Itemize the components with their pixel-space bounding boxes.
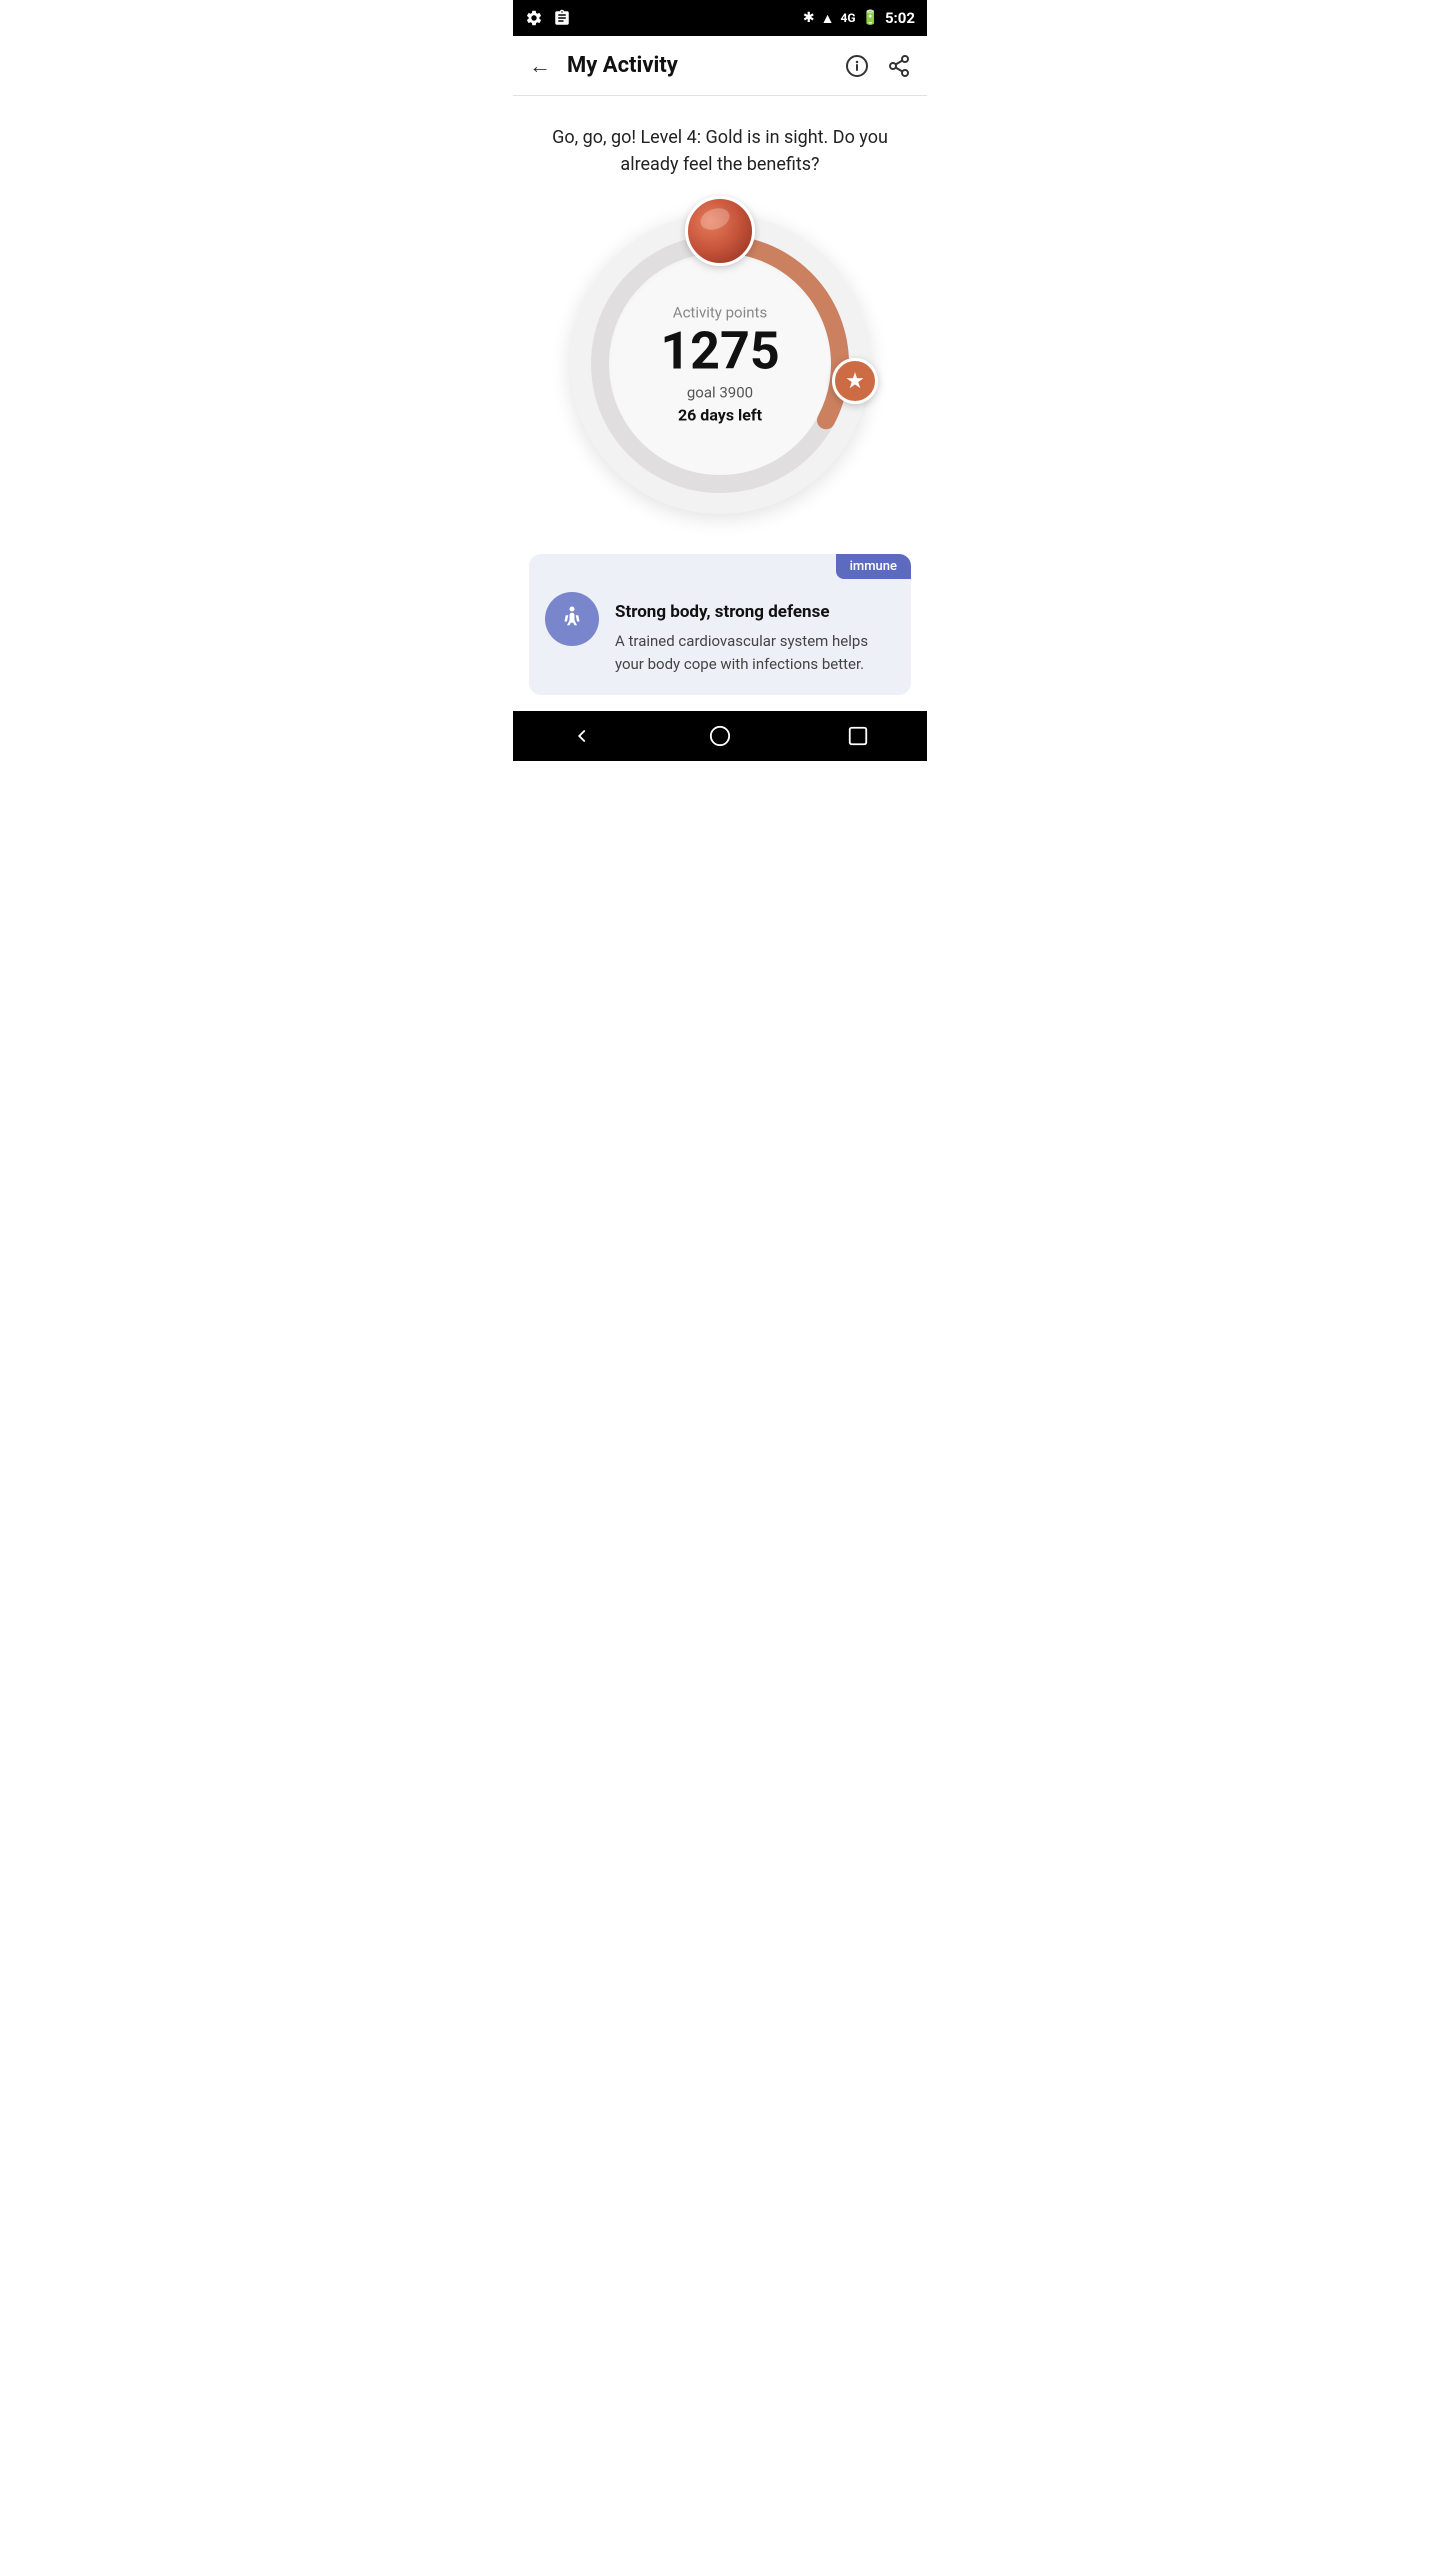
person-activity-icon xyxy=(557,604,587,634)
share-button[interactable] xyxy=(887,54,911,78)
star-icon: ★ xyxy=(845,369,865,394)
activity-points-value: 1275 xyxy=(660,326,779,378)
nav-back-button[interactable] xyxy=(557,716,607,756)
info-card-tag: immune xyxy=(836,554,911,579)
info-card-content: Strong body, strong defense A trained ca… xyxy=(615,574,895,675)
ring-center-content: Activity points 1275 goal 3900 26 days l… xyxy=(660,304,779,425)
nav-recent-button[interactable] xyxy=(833,716,883,756)
activity-points-label: Activity points xyxy=(660,304,779,322)
battery-icon: 🔋 xyxy=(862,10,879,26)
time-display: 5:02 xyxy=(885,9,915,27)
info-card: immune Strong body, strong defense A tra… xyxy=(529,554,911,695)
app-bar: ← My Activity xyxy=(513,36,927,96)
activity-goal: goal 3900 xyxy=(660,384,779,402)
app-bar-actions xyxy=(845,54,911,78)
signal-icon: ▲ xyxy=(821,10,835,27)
info-button[interactable] xyxy=(845,54,869,78)
days-left: 26 days left xyxy=(660,406,779,425)
status-bar: ✱ ▲ 4G 🔋 5:02 xyxy=(513,0,927,36)
bluetooth-icon: ✱ xyxy=(803,10,815,26)
page-title: My Activity xyxy=(567,53,845,78)
4g-label: 4G xyxy=(840,11,855,25)
motivation-text: Go, go, go! Level 4: Gold is in sight. D… xyxy=(513,96,927,194)
settings-icon xyxy=(525,9,543,27)
status-right-icons: ✱ ▲ 4G 🔋 5:02 xyxy=(803,9,915,27)
back-button[interactable]: ← xyxy=(529,53,551,79)
status-left-icons xyxy=(525,9,571,27)
clipboard-icon xyxy=(553,9,571,27)
bottom-nav xyxy=(513,711,927,761)
info-card-title: Strong body, strong defense xyxy=(615,602,895,622)
star-badge: ★ xyxy=(832,358,878,404)
activity-ring-section: ★ Activity points 1275 goal 3900 26 days… xyxy=(513,194,927,544)
level-badge-gem xyxy=(685,196,755,266)
activity-ring: ★ Activity points 1275 goal 3900 26 days… xyxy=(570,214,870,514)
info-card-description: A trained cardiovascular system helps yo… xyxy=(615,630,895,675)
nav-home-button[interactable] xyxy=(695,716,745,756)
info-card-icon xyxy=(545,592,599,646)
